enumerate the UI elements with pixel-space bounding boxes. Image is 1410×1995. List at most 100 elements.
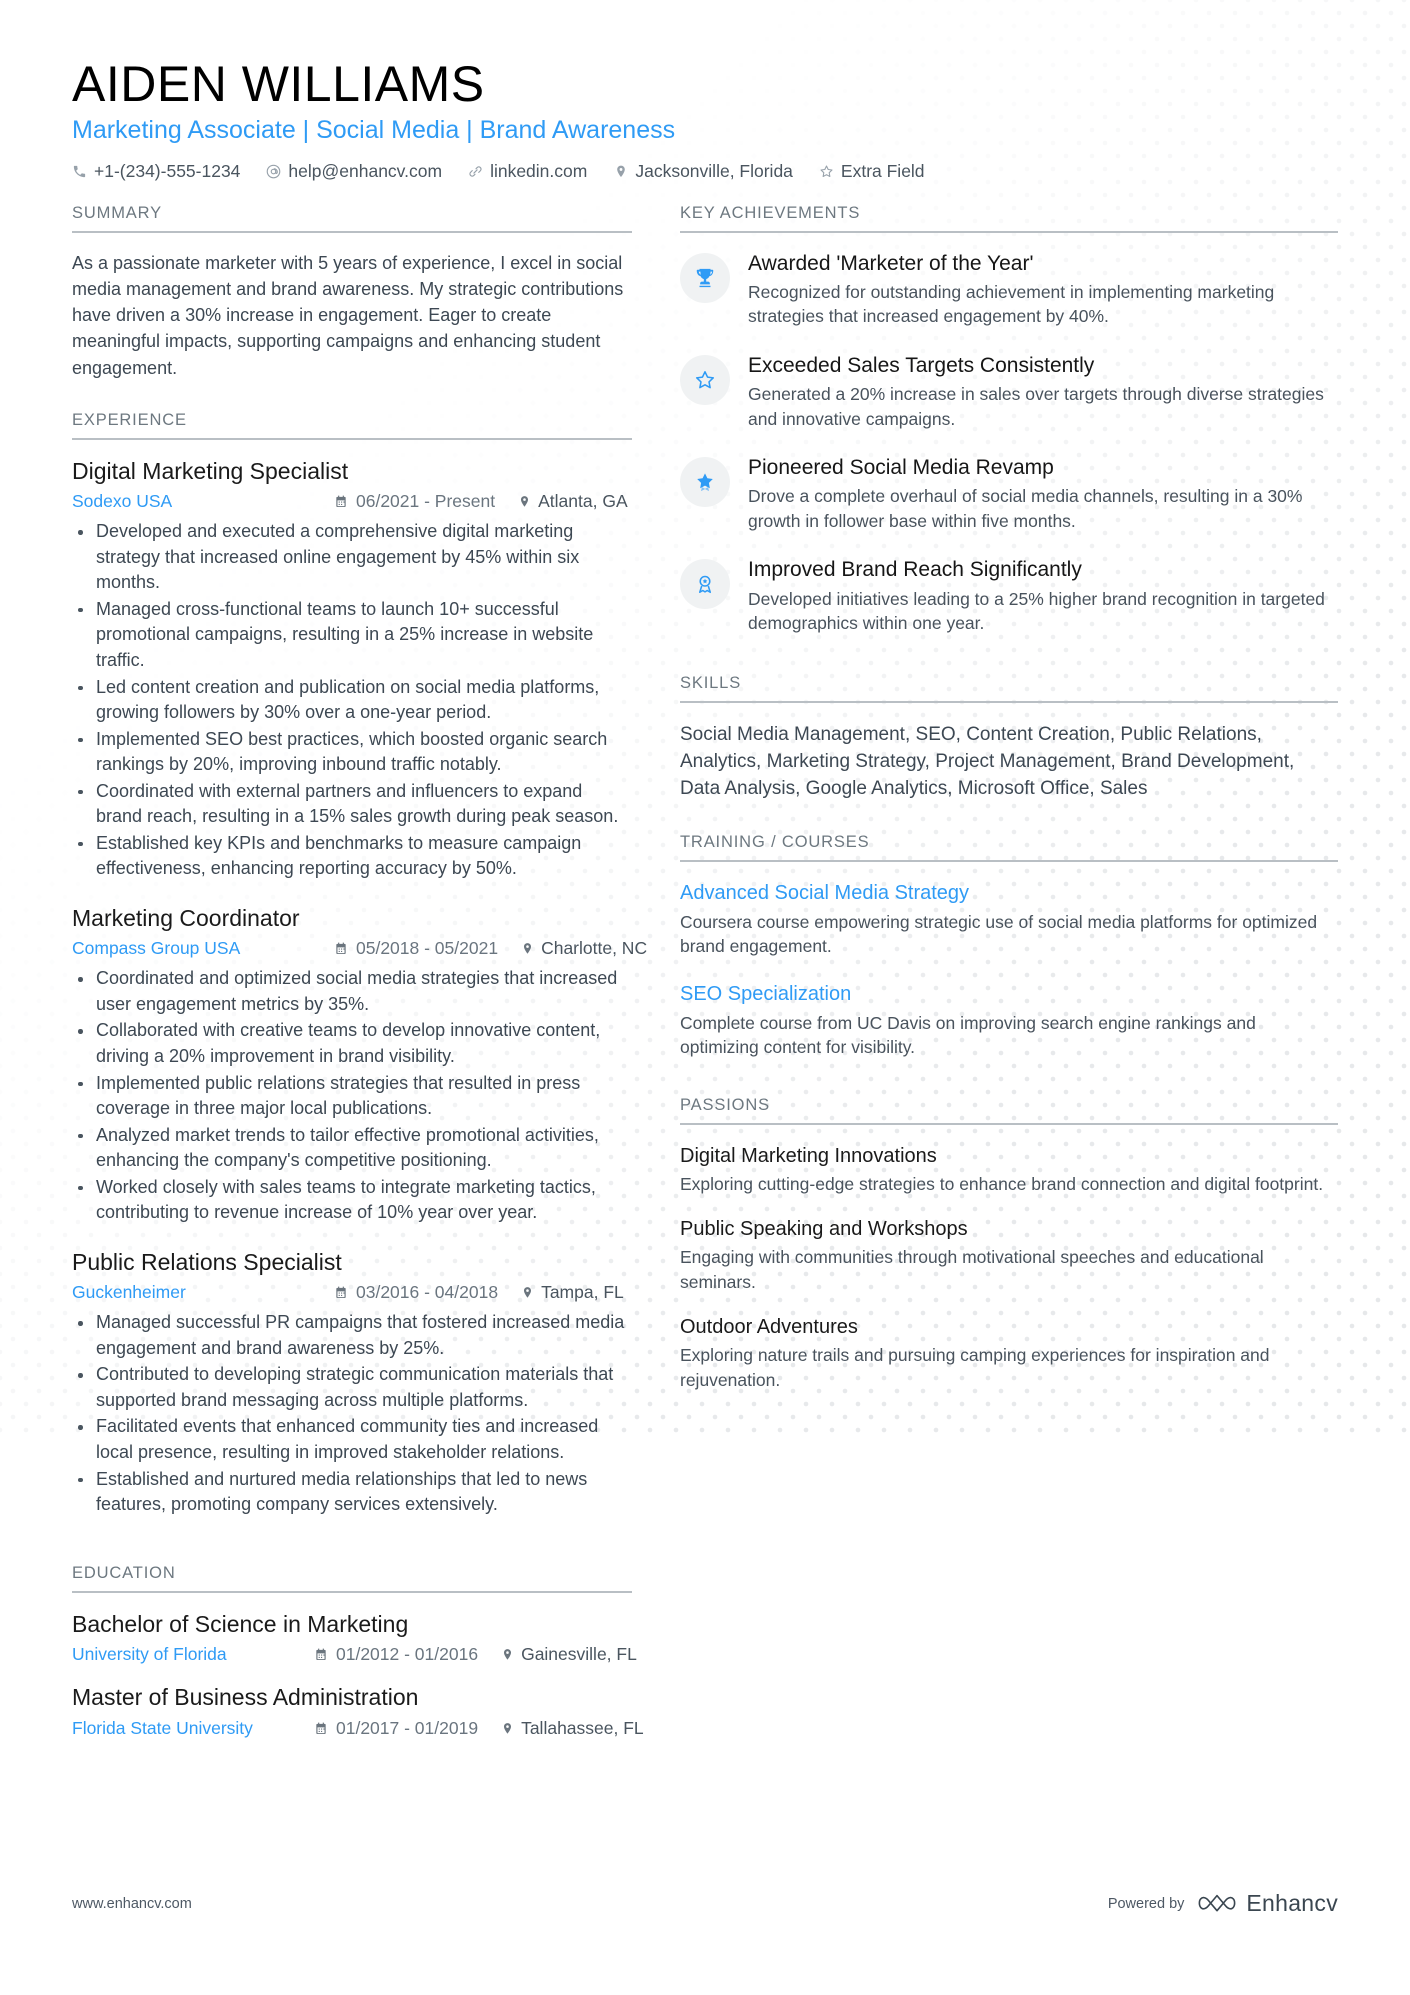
section-education: EDUCATION Bachelor of Science in Marketi…	[72, 1564, 644, 1739]
email-icon	[266, 164, 281, 179]
list-item: Implemented SEO best practices, which bo…	[72, 727, 632, 778]
resume-header: AIDEN WILLIAMS Marketing Associate | Soc…	[72, 56, 1338, 182]
powered-by-label: Powered by	[1107, 1895, 1185, 1912]
list-item: Facilitated events that enhanced communi…	[72, 1414, 632, 1465]
contact-location[interactable]: Jacksonville, Florida	[613, 161, 793, 182]
achievement-item: Awarded 'Marketer of the Year' Recognize…	[680, 251, 1338, 329]
award-medal-icon	[694, 573, 716, 595]
contact-phone-text: +1-(234)-555-1234	[94, 160, 241, 181]
experience-location: Charlotte, NC	[520, 938, 647, 959]
achievement-title: Improved Brand Reach Significantly	[748, 558, 1082, 582]
skills-text: Social Media Management, SEO, Content Cr…	[680, 723, 1295, 800]
education-location: Tallahassee, FL	[500, 1718, 644, 1739]
experience-date-text: 05/2018 - 05/2021	[356, 938, 499, 959]
achievement-description: Drove a complete overhaul of social medi…	[748, 486, 1303, 531]
star-outline-icon	[694, 369, 716, 391]
education-location-text: Tallahassee, FL	[521, 1717, 644, 1738]
list-item: Collaborated with creative teams to deve…	[72, 1018, 632, 1069]
achievement-body: Pioneered Social Media Revamp Drove a co…	[748, 455, 1338, 533]
section-heading-key-achievements: KEY ACHIEVEMENTS	[680, 204, 1338, 233]
section-heading-education: EDUCATION	[72, 1564, 632, 1593]
section-experience: EXPERIENCE Digital Marketing Specialist …	[72, 411, 647, 1518]
contact-location-text: Jacksonville, Florida	[635, 160, 793, 181]
section-heading-summary: SUMMARY	[72, 204, 632, 233]
list-item: Established and nurtured media relations…	[72, 1467, 632, 1518]
achievement-item: Pioneered Social Media Revamp Drove a co…	[680, 455, 1338, 533]
list-item: Analyzed market trends to tailor effecti…	[72, 1123, 632, 1174]
education-degree: Master of Business Administration	[72, 1684, 419, 1711]
section-passions: PASSIONS Digital Marketing Innovations E…	[680, 1096, 1338, 1393]
resume-body: SUMMARY As a passionate marketer with 5 …	[72, 204, 1338, 1757]
experience-location: Tampa, FL	[520, 1282, 624, 1303]
education-school[interactable]: University of Florida	[72, 1644, 314, 1665]
list-item: Implemented public relations strategies …	[72, 1071, 632, 1122]
experience-location-text: Atlanta, GA	[538, 491, 628, 512]
experience-date: 06/2021 - Present	[334, 491, 495, 512]
list-item: Developed and executed a comprehensive d…	[72, 519, 632, 596]
experience-company[interactable]: Guckenheimer	[72, 1282, 334, 1303]
achievement-badge	[680, 457, 730, 507]
achievement-description: Recognized for outstanding achievement i…	[748, 281, 1275, 327]
section-heading-experience: EXPERIENCE	[72, 411, 632, 440]
powered-by: Powered by Enhancv	[1108, 1890, 1338, 1917]
contact-phone[interactable]: +1-(234)-555-1234	[72, 161, 240, 182]
section-summary: SUMMARY As a passionate marketer with 5 …	[72, 204, 632, 381]
achievement-badge	[680, 354, 730, 405]
enhancv-brand[interactable]: Enhancv	[1197, 1890, 1338, 1917]
section-skills: SKILLS Social Media Management, SEO, Con…	[680, 674, 1338, 803]
experience-bullets: Coordinated and optimized social media s…	[72, 966, 632, 1225]
education-date: 01/2017 - 01/2019	[314, 1718, 478, 1739]
achievement-description: Generated a 20% increase in sales over t…	[748, 384, 1324, 429]
education-school[interactable]: Florida State University	[72, 1718, 314, 1739]
contact-link[interactable]: linkedin.com	[468, 161, 587, 182]
experience-entry: Public Relations Specialist Guckenheimer…	[72, 1248, 632, 1518]
experience-company[interactable]: Compass Group USA	[72, 938, 334, 959]
section-key-achievements: KEY ACHIEVEMENTS Awarded 'Marketer of th…	[680, 204, 1338, 636]
list-item: Contributed to developing strategic comm…	[72, 1362, 632, 1413]
list-item: Led content creation and publication on …	[72, 675, 632, 726]
achievement-item: Improved Brand Reach Significantly Devel…	[680, 557, 1338, 635]
enhancv-brand-name: Enhancv	[1246, 1890, 1338, 1916]
education-meta: University of Florida 01/2012 - 01/2016	[72, 1644, 637, 1665]
link-icon	[468, 164, 483, 179]
experience-company[interactable]: Sodexo USA	[72, 491, 334, 512]
calendar-icon	[334, 941, 348, 956]
passion-title: Outdoor Adventures	[680, 1316, 858, 1339]
experience-date: 03/2016 - 04/2018	[334, 1282, 498, 1303]
header-subtitle: Marketing Associate | Social Media | Bra…	[72, 116, 676, 144]
experience-meta: Compass Group USA 05/2018 - 05/2021 Char…	[72, 938, 647, 959]
section-heading-passions: PASSIONS	[680, 1096, 1338, 1125]
education-entry: Master of Business Administration Florid…	[72, 1683, 644, 1739]
contact-email[interactable]: help@enhancv.com	[266, 161, 442, 182]
section-training-courses: TRAINING / COURSES Advanced Social Media…	[680, 833, 1338, 1060]
course-title[interactable]: SEO Specialization	[680, 981, 1338, 1007]
achievement-body: Exceeded Sales Targets Consistently Gene…	[748, 353, 1338, 431]
course-item: SEO Specialization Complete course from …	[680, 981, 1338, 1060]
experience-location: Atlanta, GA	[517, 491, 628, 512]
page-title: AIDEN WILLIAMS	[72, 56, 485, 112]
list-item: Established key KPIs and benchmarks to m…	[72, 831, 632, 882]
course-title[interactable]: Advanced Social Media Strategy	[680, 880, 1338, 906]
education-date: 01/2012 - 01/2016	[314, 1644, 478, 1665]
experience-entry: Marketing Coordinator Compass Group USA …	[72, 904, 647, 1226]
education-entry: Bachelor of Science in Marketing Univers…	[72, 1610, 637, 1665]
footer-url[interactable]: www.enhancv.com	[72, 1896, 192, 1912]
list-item: Managed cross-functional teams to launch…	[72, 597, 632, 674]
list-item: Coordinated and optimized social media s…	[72, 966, 632, 1017]
contact-extra-field[interactable]: Extra Field	[819, 161, 925, 182]
experience-bullets: Developed and executed a comprehensive d…	[72, 519, 632, 882]
experience-date-text: 06/2021 - Present	[356, 491, 496, 512]
resume-page: AIDEN WILLIAMS Marketing Associate | Soc…	[0, 0, 1410, 1995]
resume-footer: www.enhancv.com Powered by Enhancv	[72, 1890, 1338, 1917]
contact-email-text: help@enhancv.com	[288, 160, 443, 181]
left-column: SUMMARY As a passionate marketer with 5 …	[72, 204, 647, 1757]
passion-item: Digital Marketing Innovations Exploring …	[680, 1143, 1338, 1197]
achievement-badge	[680, 559, 730, 610]
enhancv-logo-icon	[1197, 1892, 1237, 1916]
education-date-text: 01/2017 - 01/2019	[336, 1717, 479, 1738]
experience-job-title: Public Relations Specialist	[72, 1248, 342, 1275]
passion-title: Digital Marketing Innovations	[680, 1144, 937, 1167]
experience-date: 05/2018 - 05/2021	[334, 938, 498, 959]
contact-link-text: linkedin.com	[490, 160, 588, 181]
resume-content: AIDEN WILLIAMS Marketing Associate | Soc…	[0, 0, 1410, 1757]
